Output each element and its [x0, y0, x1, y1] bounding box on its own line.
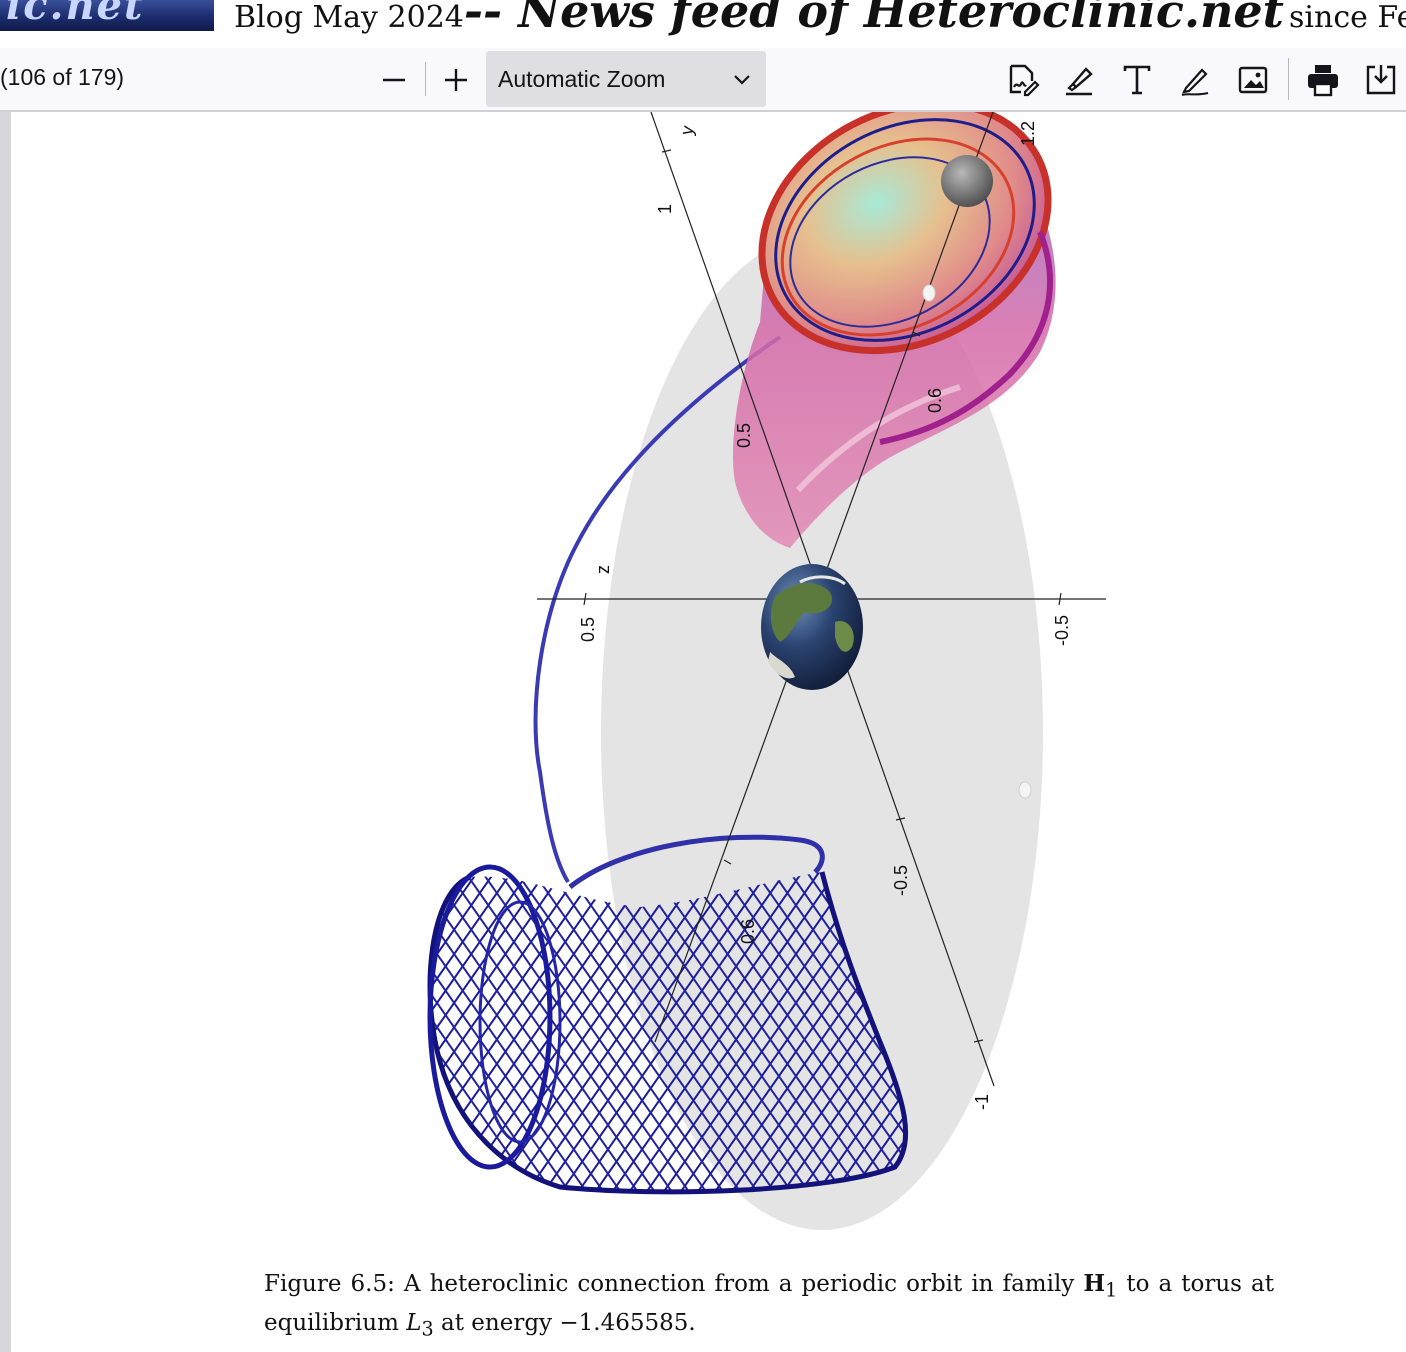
highlight-icon — [1066, 67, 1093, 96]
axis-label-z: z — [593, 565, 613, 574]
tick-label-z-m05: -0.5 — [1052, 615, 1072, 646]
zoom-select[interactable]: Automatic Zoom — [486, 51, 766, 107]
earth — [761, 564, 863, 690]
caption-suffix: at energy −1.465585. — [433, 1309, 696, 1336]
print-button[interactable] — [1301, 58, 1345, 102]
print-icon — [1308, 65, 1338, 97]
tick-label-y-1: 1 — [655, 204, 675, 214]
zoom-out-button[interactable] — [370, 60, 418, 100]
site-logo[interactable]: ic.net — [0, 0, 214, 31]
draw-button[interactable] — [1173, 58, 1217, 102]
image-icon — [1238, 66, 1268, 94]
pdf-viewer[interactable]: y z 1.2 1 0.5 0.6 0.5 -0.5 -0.5 0.6 -1 F… — [0, 112, 1406, 1352]
tick-label-z-05: 0.5 — [578, 617, 598, 642]
save-button[interactable] — [1359, 58, 1403, 102]
highlight-button[interactable] — [1057, 58, 1101, 102]
blog-title-suffix: since Feb,20 — [1289, 0, 1406, 35]
moon — [941, 155, 993, 207]
draw-icon — [1181, 68, 1209, 96]
tick-label-y-m05: -0.5 — [891, 865, 911, 896]
tick-label-y-05: 0.5 — [734, 423, 754, 448]
pdf-toolbar: (106 of 179) Automatic Zoom — [0, 48, 1406, 112]
toolbar-divider — [425, 62, 426, 96]
text-icon — [1123, 65, 1151, 95]
logo-text: ic.net — [6, 0, 145, 29]
zoom-out-icon — [383, 78, 405, 82]
tick-label-x-06b: 0.6 — [738, 919, 758, 944]
tick-label-x-06: 0.6 — [925, 388, 945, 413]
caption-eq-sub: 3 — [421, 1317, 434, 1341]
figure-6-5: y z 1.2 1 0.5 0.6 0.5 -0.5 -0.5 0.6 -1 — [427, 112, 1106, 1230]
page-count: (106 of 179) — [0, 64, 125, 90]
axis-label-y: y — [676, 124, 697, 137]
caption-family: H — [1083, 1270, 1106, 1297]
add-signature-button[interactable] — [1000, 58, 1044, 102]
blog-title-prefix: Blog May 2024 — [234, 0, 464, 35]
caption-family-sub: 1 — [1105, 1278, 1118, 1302]
figure-caption: Figure 6.5: A heteroclinic connection fr… — [264, 1268, 1274, 1345]
tick-label-x-upper: 1.2 — [1018, 121, 1038, 146]
toolbar-divider — [1288, 58, 1289, 100]
signature-icon — [1009, 64, 1040, 97]
add-image-button[interactable] — [1231, 58, 1275, 102]
save-icon — [1366, 65, 1396, 95]
zoom-in-button[interactable] — [432, 60, 480, 100]
blog-header: ic.net Blog May 2024-- News feed of Hete… — [0, 0, 1406, 48]
chevron-down-icon — [734, 75, 750, 85]
zoom-select-value: Automatic Zoom — [498, 65, 666, 92]
tick-label-y-m1: -1 — [972, 1094, 992, 1110]
marker-point — [1018, 781, 1032, 799]
caption-prefix: Figure 6.5: A heteroclinic connection fr… — [264, 1271, 1084, 1297]
blog-title: Blog May 2024-- News feed of Heteroclini… — [234, 0, 1406, 38]
blog-feed-title[interactable]: -- News feed of Heteroclinic.net — [464, 0, 1284, 38]
marker-point — [922, 284, 936, 302]
add-text-button[interactable] — [1115, 58, 1159, 102]
zoom-in-icon — [445, 69, 467, 91]
caption-equilibrium: L — [406, 1309, 422, 1336]
